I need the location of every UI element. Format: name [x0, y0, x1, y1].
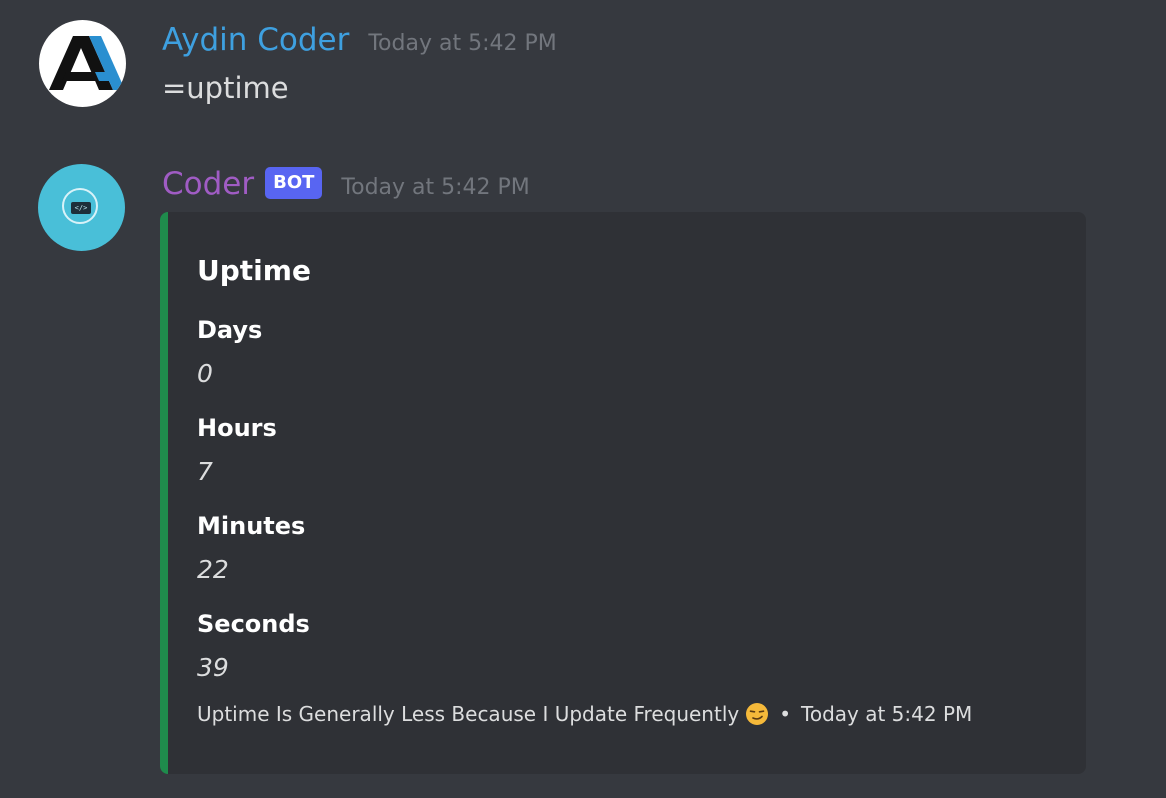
user-avatar[interactable] [39, 20, 126, 107]
field-value: 7 [197, 457, 213, 486]
embed-field-days: Days 0 [197, 312, 262, 393]
message-timestamp: Today at 5:42 PM [341, 175, 530, 200]
message-timestamp: Today at 5:42 PM [368, 31, 557, 56]
field-name: Days [197, 316, 263, 344]
field-name: Hours [197, 414, 277, 442]
uptime-embed: Uptime Days 0 Hours 7 Minutes 22 Seconds… [160, 212, 1086, 774]
field-value: 22 [197, 555, 229, 584]
message-content: =uptime [162, 71, 289, 105]
username[interactable]: Aydin Coder [162, 20, 349, 60]
bot-badge: BOT [265, 167, 323, 199]
embed-accent-bar [160, 212, 168, 774]
message-header: Aydin Coder Today at 5:42 PM [162, 20, 557, 60]
smirk-emoji-icon [745, 702, 769, 726]
embed-field-seconds: Seconds 39 [197, 606, 310, 687]
message-header: Coder BOT Today at 5:42 PM [162, 164, 530, 205]
footer-timestamp: Today at 5:42 PM [801, 702, 973, 726]
embed-footer: Uptime Is Generally Less Because I Updat… [197, 702, 972, 726]
field-value: 0 [197, 359, 213, 388]
embed-field-minutes: Minutes 22 [197, 508, 305, 589]
field-name: Minutes [197, 512, 306, 540]
footer-text: Uptime Is Generally Less Because I Updat… [197, 702, 740, 726]
embed-title: Uptime [197, 254, 311, 287]
footer-separator: • [779, 702, 792, 726]
username[interactable]: Coder [162, 164, 254, 204]
bot-avatar[interactable]: </> [38, 164, 125, 251]
field-value: 39 [197, 653, 229, 682]
field-name: Seconds [197, 610, 310, 638]
code-icon: </> [71, 202, 91, 214]
logo-a-icon [49, 36, 125, 90]
embed-field-hours: Hours 7 [197, 410, 277, 491]
